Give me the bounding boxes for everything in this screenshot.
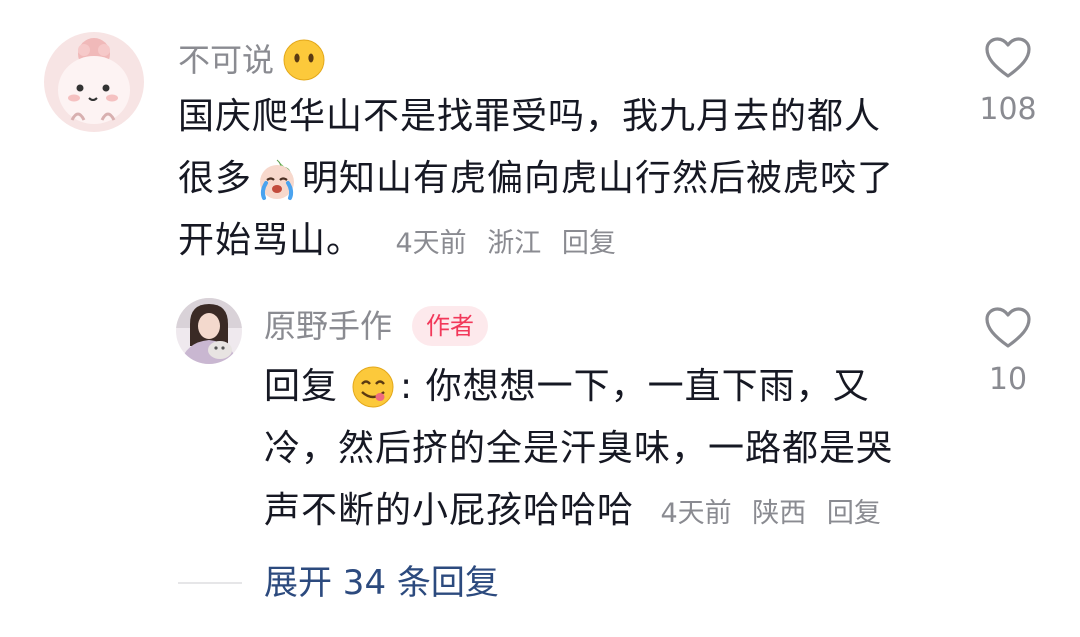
comment-like[interactable]: 108 xyxy=(960,36,1056,130)
reply-line: 回复 : 你想想一下，一直下雨，又 xyxy=(264,356,944,418)
comment-line: 国庆爬华山不是找罪受吗，我九月去的都人 xyxy=(178,96,882,137)
commenter-avatar[interactable] xyxy=(44,32,144,132)
username-text: 不可说 xyxy=(178,41,275,79)
divider xyxy=(178,582,242,584)
author-badge: 作者 xyxy=(412,306,489,346)
heart-icon[interactable] xyxy=(984,306,1032,350)
comment-location: 浙江 xyxy=(487,228,542,259)
comment-time: 4天前 xyxy=(395,228,467,259)
comment-line: 开始骂山。 4天前 浙江 回复 xyxy=(178,210,938,275)
reply-meta: 4天前 陕西 回复 xyxy=(660,498,880,529)
comment-body: 国庆爬华山不是找罪受吗，我九月去的都人 很多 明知山有虎偏向虎山行然后被虎咬了 … xyxy=(178,86,938,275)
yum-face-emoji-icon xyxy=(350,364,396,410)
comment-line-part: 明知山有虎偏向虎山行然后被虎咬了 xyxy=(302,158,895,199)
reply-prefix: 回复 xyxy=(264,366,339,407)
like-count: 108 xyxy=(979,92,1037,127)
comment-line-part: 开始骂山。 xyxy=(178,220,364,261)
author-avatar[interactable] xyxy=(176,298,242,364)
reply-time: 4天前 xyxy=(660,498,732,529)
commenter-username[interactable]: 不可说 xyxy=(178,38,326,82)
reply-line: 冷，然后挤的全是汗臭味，一路都是哭 xyxy=(264,428,894,469)
crying-face-emoji-icon xyxy=(254,156,300,202)
reply-body: 回复 : 你想想一下，一直下雨，又 冷，然后挤的全是汗臭味，一路都是哭 声不断的… xyxy=(264,356,944,545)
reply-location: 陕西 xyxy=(752,498,807,529)
reply-line-part: 声不断的小屁孩哈哈哈 xyxy=(264,490,635,531)
reply-button[interactable]: 回复 xyxy=(827,498,881,529)
comment-line: 很多 明知山有虎偏向虎山行然后被虎咬了 xyxy=(178,148,938,210)
username-text: 原野手作 xyxy=(264,307,393,345)
author-username[interactable]: 原野手作 作者 xyxy=(264,306,489,346)
neutral-face-emoji-icon xyxy=(282,38,326,82)
heart-icon[interactable] xyxy=(984,36,1032,80)
reply-button[interactable]: 回复 xyxy=(562,228,616,259)
reply-like[interactable]: 10 xyxy=(960,306,1056,400)
expand-replies-button[interactable]: 展开 34 条回复 xyxy=(264,560,499,606)
reply-line-part: : 你想想一下，一直下雨，又 xyxy=(400,366,870,407)
comment-line-part: 很多 xyxy=(178,158,253,199)
like-count: 10 xyxy=(988,362,1028,397)
reply-line: 声不断的小屁孩哈哈哈 4天前 陕西 回复 xyxy=(264,480,944,545)
comment-meta: 4天前 浙江 回复 xyxy=(395,228,615,259)
